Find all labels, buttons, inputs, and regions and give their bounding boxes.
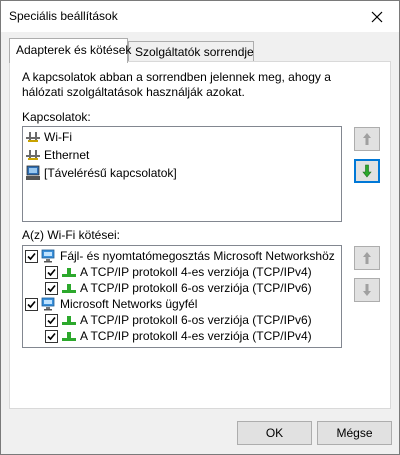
- network-service-icon: [41, 297, 57, 311]
- checkbox[interactable]: [45, 265, 58, 279]
- bindings-tree[interactable]: Fájl- és nyomtatómegosztás Microsoft Net…: [22, 245, 342, 348]
- list-item-ethernet[interactable]: Ethernet: [25, 146, 89, 164]
- network-adapter-icon: [25, 130, 41, 144]
- close-button[interactable]: [355, 1, 399, 32]
- tab-provider-order[interactable]: Szolgáltatók sorrendje: [128, 41, 254, 62]
- title-bar: Speciális beállítások: [1, 1, 399, 32]
- protocol-icon: [61, 281, 77, 295]
- move-down-button[interactable]: [354, 159, 380, 183]
- tab-adapters-bindings[interactable]: Adapterek és kötések: [9, 38, 131, 63]
- checkbox[interactable]: [45, 313, 58, 327]
- network-adapter-icon: [25, 148, 41, 162]
- ok-button[interactable]: OK: [237, 421, 312, 445]
- connection-label: [Távelérésű kapcsolatok]: [44, 166, 177, 180]
- close-icon: [371, 11, 383, 22]
- protocol-icon: [61, 329, 77, 343]
- checkbox[interactable]: [45, 329, 58, 343]
- protocol-icon: [61, 313, 77, 327]
- binding-move-up-button[interactable]: [354, 246, 380, 270]
- connection-label: Wi-Fi: [44, 130, 72, 144]
- binding-label: Fájl- és nyomtatómegosztás Microsoft Net…: [60, 249, 335, 263]
- cancel-button[interactable]: Mégse: [317, 421, 392, 445]
- arrow-down-icon: [362, 164, 372, 178]
- list-item-wifi[interactable]: Wi-Fi: [25, 128, 72, 146]
- binding-label: A TCP/IP protokoll 4-es verziója (TCP/IP…: [80, 265, 312, 279]
- checkbox[interactable]: [45, 281, 58, 295]
- connections-label: Kapcsolatok:: [22, 110, 91, 124]
- tab-panel-adapters: A kapcsolatok abban a sorrendben jelenne…: [9, 61, 391, 409]
- remote-access-icon: [25, 165, 41, 181]
- arrow-up-icon: [363, 252, 371, 264]
- bindings-label: A(z) Wi-Fi kötései:: [22, 228, 121, 242]
- protocol-icon: [61, 265, 77, 279]
- checkbox[interactable]: [25, 297, 38, 311]
- dialog-window: Speciális beállítások Adapterek és kötés…: [0, 0, 400, 455]
- network-service-icon: [41, 249, 57, 263]
- description-text: A kapcsolatok abban a sorrendben jelenne…: [22, 70, 331, 99]
- list-item-remote-access[interactable]: [Távelérésű kapcsolatok]: [25, 164, 177, 182]
- checkbox[interactable]: [25, 249, 38, 263]
- binding-label: A TCP/IP protokoll 6-os verziója (TCP/IP…: [80, 313, 312, 327]
- binding-label: A TCP/IP protokoll 4-es verziója (TCP/IP…: [80, 329, 312, 343]
- arrow-up-icon: [363, 133, 371, 145]
- window-title: Speciális beállítások: [9, 9, 118, 23]
- tree-item-tcpip[interactable]: A TCP/IP protokoll 4-es verziója (TCP/IP…: [45, 327, 312, 345]
- binding-label: Microsoft Networks ügyfél: [60, 297, 198, 311]
- binding-label: A TCP/IP protokoll 6-os verziója (TCP/IP…: [80, 281, 312, 295]
- binding-move-down-button[interactable]: [354, 278, 380, 302]
- connection-label: Ethernet: [44, 148, 90, 162]
- connections-list[interactable]: Wi-Fi Ethernet [Távelérésű kapcsolatok]: [22, 126, 342, 222]
- arrow-down-icon: [363, 284, 371, 296]
- move-up-button[interactable]: [354, 127, 380, 151]
